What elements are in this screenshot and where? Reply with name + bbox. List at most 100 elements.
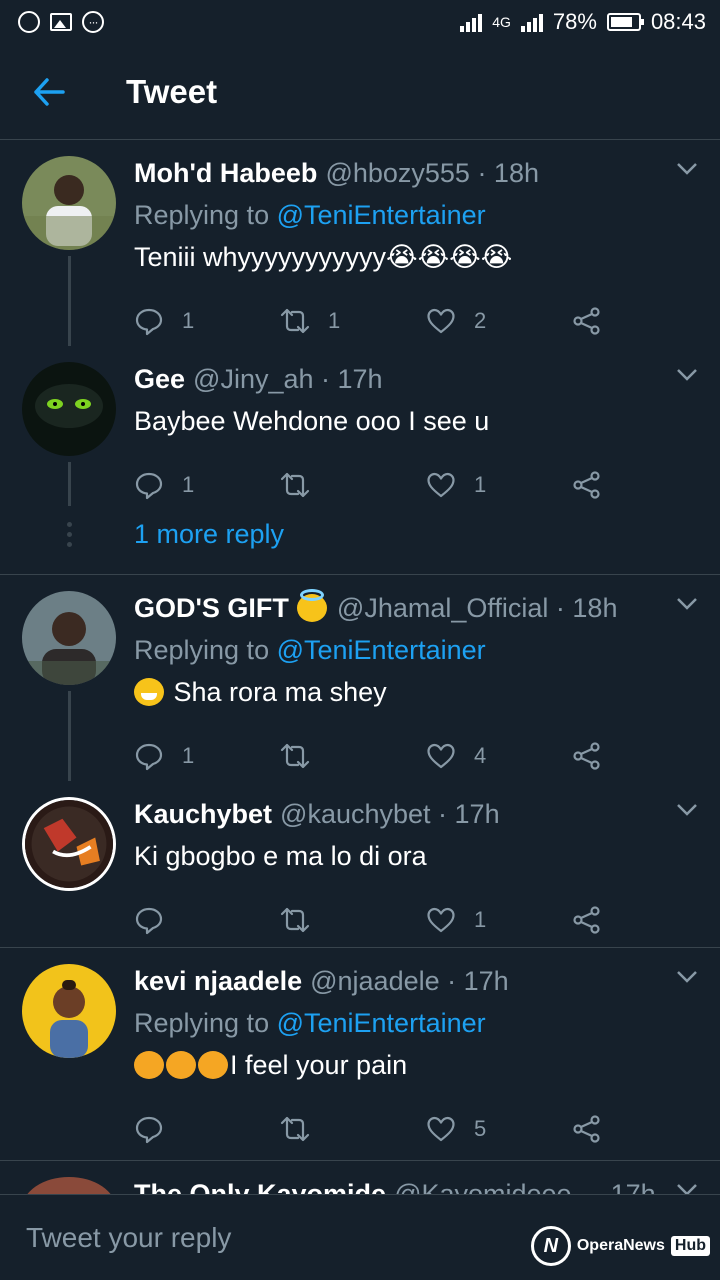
like-button[interactable]: 4: [426, 741, 572, 771]
reply-count: 1: [182, 308, 195, 333]
replying-to: Replying to @TeniEntertainer: [134, 200, 486, 230]
page-title: Tweet: [126, 72, 218, 110]
retweet-count: 1: [328, 308, 341, 333]
avatar[interactable]: [22, 797, 116, 891]
tweet-text-row: Sha rora ma shey: [134, 675, 718, 709]
chevron-down-icon[interactable]: [676, 803, 698, 822]
tweet-text-row: I feel your pain: [134, 1048, 718, 1082]
retweet-icon: [280, 743, 310, 769]
heart-icon: [427, 1116, 455, 1142]
more-replies-link[interactable]: 1 more reply: [116, 519, 284, 550]
reply-button[interactable]: [134, 905, 280, 935]
chevron-down-icon[interactable]: [676, 162, 698, 181]
avatar[interactable]: [22, 591, 116, 685]
avatar[interactable]: [22, 1177, 116, 1194]
crying-emoji-icon: [166, 1051, 196, 1079]
crying-emoji-icon: [198, 1051, 228, 1079]
tweet-actions: 1 1 2: [134, 290, 718, 352]
reply-button[interactable]: 1: [134, 741, 280, 771]
chevron-down-icon[interactable]: [676, 368, 698, 387]
share-button[interactable]: [572, 905, 718, 935]
heart-icon: [427, 308, 455, 334]
author-name[interactable]: Moh'd Habeeb: [134, 156, 317, 190]
replies-feed[interactable]: Moh'd Habeeb @hbozy555 · 18h Replying to …: [0, 140, 720, 1194]
opera-news-logo-icon: N: [530, 1226, 571, 1266]
reply-tweet[interactable]: The Only Kayomide @Kayomideee_ · 17h: [0, 1161, 720, 1194]
share-button[interactable]: [572, 1114, 718, 1144]
tweet-actions: 1 1: [134, 454, 718, 516]
avatar[interactable]: [22, 362, 116, 456]
tweet-reply-input[interactable]: [26, 1221, 526, 1254]
like-button[interactable]: 1: [426, 905, 572, 935]
reply-tweet[interactable]: kevi njaadele @njaadele · 17h Replying to…: [0, 948, 720, 1154]
mention-link[interactable]: @TeniEntertainer: [277, 635, 486, 665]
reply-icon: [135, 743, 163, 771]
retweet-icon: [280, 308, 310, 334]
retweet-button[interactable]: [280, 470, 426, 500]
like-count: 4: [474, 743, 487, 768]
network-type: 4G: [492, 14, 511, 30]
reply-count: 1: [182, 472, 195, 497]
reply-button[interactable]: 1: [134, 470, 280, 500]
reply-tweet[interactable]: Kauchybet @kauchybet · 17h Ki gbogbo e ma…: [0, 781, 720, 941]
author-name[interactable]: Kauchybet: [134, 797, 272, 831]
share-button[interactable]: [572, 470, 718, 500]
share-icon: [573, 906, 600, 934]
heart-icon: [427, 907, 455, 933]
author-name[interactable]: The Only Kayomide: [134, 1177, 386, 1194]
author-handle: @kauchybet · 17h: [280, 799, 500, 829]
share-icon: [573, 1115, 600, 1143]
author-handle: @hbozy555 · 18h: [325, 158, 539, 188]
back-button[interactable]: [0, 44, 98, 140]
retweet-icon: [280, 472, 310, 498]
tweet-text: I feel your pain: [230, 1050, 408, 1080]
mention-link[interactable]: @TeniEntertainer: [277, 200, 486, 230]
author-name[interactable]: GOD'S GIFT: [134, 591, 289, 625]
retweet-icon: [280, 1116, 310, 1142]
chevron-down-icon[interactable]: [676, 1183, 698, 1194]
battery-percent: 78%: [552, 9, 597, 34]
author-name[interactable]: Gee: [134, 362, 185, 396]
reply-tweet[interactable]: Gee @Jiny_ah · 17h Baybee Wehdone ooo I s…: [0, 346, 720, 506]
like-count: 2: [474, 308, 487, 333]
tweet-actions: 1 4: [134, 725, 718, 787]
retweet-button[interactable]: 1: [280, 306, 426, 336]
thread-line: [67, 691, 71, 781]
mention-link[interactable]: @TeniEntertainer: [277, 1008, 486, 1038]
reply-tweet[interactable]: Moh'd Habeeb @hbozy555 · 18h Replying to …: [0, 140, 720, 346]
like-button[interactable]: 2: [426, 306, 572, 336]
reply-button[interactable]: 1: [134, 306, 280, 336]
tweet-text: Baybee Wehdone ooo I see u: [134, 406, 490, 436]
share-icon: [573, 471, 600, 499]
tweet-actions: 5: [134, 1098, 718, 1160]
retweet-button[interactable]: [280, 741, 426, 771]
whatsapp-icon: [18, 11, 40, 33]
retweet-button[interactable]: [280, 905, 426, 935]
replying-to: Replying to @TeniEntertainer: [134, 1008, 486, 1038]
retweet-button[interactable]: [280, 1114, 426, 1144]
tweet-text: Ki gbogbo e ma lo di ora: [134, 841, 427, 871]
heart-icon: [427, 472, 455, 498]
chevron-down-icon[interactable]: [676, 597, 698, 616]
watermark-badge: Hub: [670, 1236, 710, 1256]
avatar[interactable]: [22, 964, 116, 1058]
reply-icon: [135, 472, 163, 500]
like-button[interactable]: 5: [426, 1114, 572, 1144]
clock: 08:43: [650, 9, 706, 34]
battery-icon: [606, 13, 644, 31]
reply-count: 1: [182, 743, 195, 768]
author-name[interactable]: kevi njaadele: [134, 964, 302, 998]
share-button[interactable]: [572, 306, 718, 336]
back-arrow-icon: [34, 77, 65, 106]
heart-icon: [427, 743, 455, 769]
reply-tweet[interactable]: GOD'S GIFT @Jhamal_Official · 18h Replyin…: [0, 575, 720, 781]
thread-dots: [22, 521, 116, 547]
signal-icon-2: [520, 12, 543, 32]
retweet-icon: [280, 907, 310, 933]
like-button[interactable]: 1: [426, 470, 572, 500]
reply-button[interactable]: [134, 1114, 280, 1144]
author-handle: @njaadele · 17h: [310, 966, 509, 996]
share-button[interactable]: [572, 741, 718, 771]
avatar[interactable]: [22, 156, 116, 250]
chevron-down-icon[interactable]: [676, 970, 698, 989]
